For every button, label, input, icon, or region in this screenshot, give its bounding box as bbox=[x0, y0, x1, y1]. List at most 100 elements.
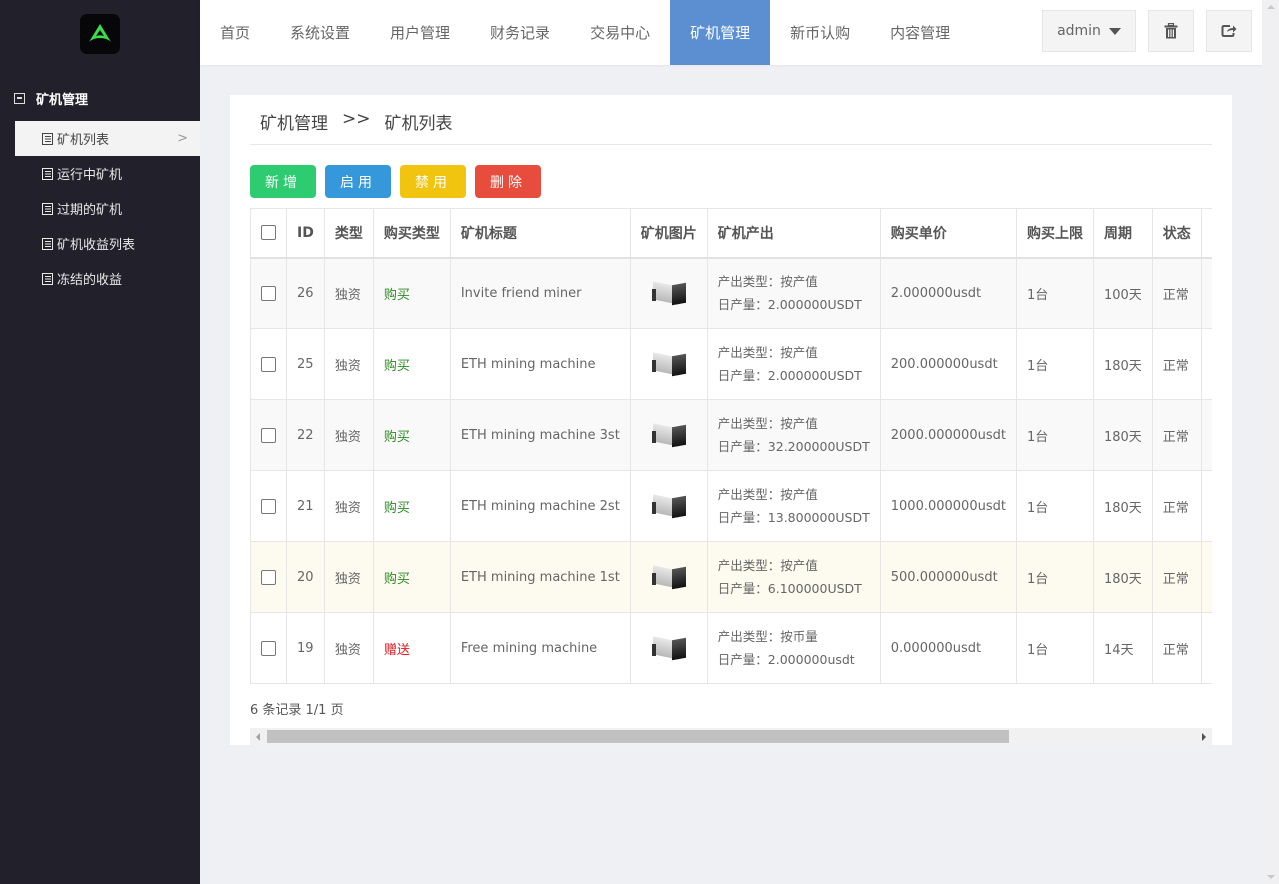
cell-title: ETH mining machine bbox=[449, 328, 631, 400]
cell-price: 1000.000000usdt bbox=[879, 470, 1017, 542]
cell-limit: 1台 bbox=[1015, 257, 1094, 329]
add-button[interactable]: 新增 bbox=[250, 165, 316, 198]
scroll-up-icon[interactable] bbox=[1267, 5, 1275, 9]
select-all-checkbox[interactable] bbox=[261, 225, 276, 241]
column-header[interactable]: 购买上限 bbox=[1015, 208, 1094, 259]
output-type: 产出类型：按币量 bbox=[717, 629, 818, 644]
tab-content-management[interactable]: 内容管理 bbox=[870, 0, 970, 65]
username: admin bbox=[1057, 23, 1101, 39]
column-header[interactable]: 矿机图片 bbox=[629, 208, 708, 259]
tab-trading-center[interactable]: 交易中心 bbox=[570, 0, 670, 65]
row-checkbox[interactable] bbox=[261, 640, 276, 656]
scroll-left-icon[interactable] bbox=[256, 733, 260, 741]
sidebar-group-title[interactable]: 矿机管理 bbox=[14, 88, 88, 108]
cell-image bbox=[629, 541, 708, 613]
table-row[interactable]: 20 独资 购买 ETH mining machine 1st 产出类型：按产值 日产量：… bbox=[250, 541, 1212, 613]
cell-price: 0.000000usdt bbox=[879, 612, 1017, 684]
output-type: 产出类型：按产值 bbox=[717, 558, 818, 573]
breadcrumb-parent[interactable]: 矿机管理 bbox=[260, 109, 328, 134]
column-header[interactable]: ID bbox=[286, 208, 325, 259]
sidebar-item-running-miners[interactable]: 运行中矿机 bbox=[15, 156, 200, 191]
column-header[interactable]: 矿机产出 bbox=[706, 208, 881, 259]
page-scrollbar[interactable] bbox=[1262, 0, 1279, 884]
cell-id: 19 bbox=[286, 612, 325, 684]
clear-cache-button[interactable] bbox=[1148, 10, 1194, 52]
table-horizontal-scrollbar[interactable] bbox=[250, 728, 1212, 745]
table-row[interactable]: 26 独资 购买 Invite friend miner 产出类型：按产值 日产量：2.0… bbox=[250, 257, 1212, 329]
cell-price: 500.000000usdt bbox=[879, 541, 1017, 613]
user-menu-button[interactable]: admin bbox=[1042, 10, 1136, 52]
logo-icon bbox=[89, 24, 111, 42]
cell-output: 产出类型：按产值 日产量：2.000000USDT bbox=[706, 328, 881, 400]
sidebar-item-label: 矿机列表 bbox=[57, 133, 110, 148]
sidebar-nav: 矿机列表 > 运行中矿机 过期的矿机 矿机收益列表 冻结的收益 bbox=[15, 121, 200, 296]
daily-output: 日产量：2.000000usdt bbox=[717, 652, 855, 667]
row-checkbox[interactable] bbox=[261, 356, 276, 372]
output-type: 产出类型：按产值 bbox=[717, 487, 818, 502]
breadcrumb-current: 矿机列表 bbox=[384, 114, 453, 134]
logout-button[interactable] bbox=[1206, 10, 1252, 52]
row-select-cell bbox=[250, 541, 287, 613]
miner-image[interactable] bbox=[650, 560, 688, 594]
enable-button[interactable]: 启用 bbox=[325, 165, 391, 198]
row-checkbox[interactable] bbox=[261, 498, 276, 514]
cell-status: 正常 bbox=[1151, 257, 1202, 329]
row-checkbox[interactable] bbox=[261, 427, 276, 443]
delete-button[interactable]: 删除 bbox=[475, 165, 541, 198]
divider bbox=[250, 144, 1212, 145]
column-header[interactable]: 购买单价 bbox=[879, 208, 1017, 259]
cell-title: ETH mining machine 1st bbox=[449, 541, 631, 613]
tab-home[interactable]: 首页 bbox=[200, 0, 270, 65]
tab-new-coin-subscription[interactable]: 新币认购 bbox=[770, 0, 870, 65]
column-header[interactable]: 购买类型 bbox=[372, 208, 451, 259]
table-row[interactable]: 25 独资 购买 ETH mining machine 产出类型：按产值 日产量：2.00… bbox=[250, 328, 1212, 400]
cell-title: ETH mining machine 3st bbox=[449, 399, 631, 471]
column-header[interactable]: 类型 bbox=[323, 208, 374, 259]
table-row[interactable]: 21 独资 购买 ETH mining machine 2st 产出类型：按产值 日产量：… bbox=[250, 470, 1212, 542]
miner-image[interactable] bbox=[650, 347, 688, 381]
sidebar-item-miner-list[interactable]: 矿机列表 > bbox=[15, 121, 200, 156]
sidebar-item-frozen-earnings[interactable]: 冻结的收益 bbox=[15, 261, 200, 296]
table-row[interactable]: 22 独资 购买 ETH mining machine 3st 产出类型：按产值 日产量：… bbox=[250, 399, 1212, 471]
sidebar-item-expired-miners[interactable]: 过期的矿机 bbox=[15, 191, 200, 226]
cell-price: 200.000000usdt bbox=[879, 328, 1017, 400]
sidebar-item-miner-earnings[interactable]: 矿机收益列表 bbox=[15, 226, 200, 261]
column-header-overflow bbox=[1200, 208, 1212, 259]
table-row[interactable]: 19 独资 赠送 Free mining machine 产出类型：按币量 日产量：2.0… bbox=[250, 612, 1212, 684]
collapse-icon[interactable] bbox=[14, 92, 25, 104]
column-header[interactable]: 状态 bbox=[1151, 208, 1202, 259]
disable-button[interactable]: 禁用 bbox=[400, 165, 466, 198]
cell-status: 正常 bbox=[1151, 399, 1202, 471]
cell-status: 正常 bbox=[1151, 328, 1202, 400]
row-checkbox[interactable] bbox=[261, 285, 276, 301]
cell-overflow bbox=[1200, 257, 1212, 329]
scroll-thumb[interactable] bbox=[267, 730, 1009, 743]
miner-image[interactable] bbox=[650, 418, 688, 452]
row-checkbox[interactable] bbox=[261, 569, 276, 585]
tab-finance-records[interactable]: 财务记录 bbox=[470, 0, 570, 65]
cell-price: 2.000000usdt bbox=[879, 257, 1017, 329]
cell-overflow bbox=[1200, 541, 1212, 613]
app-logo[interactable] bbox=[80, 14, 120, 54]
cell-title: ETH mining machine 2st bbox=[449, 470, 631, 542]
daily-output: 日产量：32.200000USDT bbox=[717, 439, 870, 454]
scroll-right-icon[interactable] bbox=[1202, 733, 1206, 741]
cell-image bbox=[629, 612, 708, 684]
tab-miner-management[interactable]: 矿机管理 bbox=[670, 0, 771, 65]
cell-output: 产出类型：按产值 日产量：2.000000USDT bbox=[706, 257, 881, 329]
cell-buy-type: 购买 bbox=[372, 399, 451, 471]
tab-system-settings[interactable]: 系统设置 bbox=[270, 0, 370, 65]
scroll-down-icon[interactable] bbox=[1267, 875, 1275, 879]
cell-period: 14天 bbox=[1092, 612, 1153, 684]
column-header[interactable]: 矿机标题 bbox=[449, 208, 631, 259]
miner-image[interactable] bbox=[650, 631, 688, 665]
miner-image[interactable] bbox=[650, 276, 688, 310]
cell-limit: 1台 bbox=[1015, 470, 1094, 542]
miner-image[interactable] bbox=[650, 489, 688, 523]
tab-user-management[interactable]: 用户管理 bbox=[370, 0, 470, 65]
column-header[interactable]: 周期 bbox=[1092, 208, 1153, 259]
cell-overflow bbox=[1200, 399, 1212, 471]
list-icon bbox=[42, 167, 53, 180]
row-select-cell bbox=[250, 399, 287, 471]
cell-period: 180天 bbox=[1092, 541, 1153, 613]
